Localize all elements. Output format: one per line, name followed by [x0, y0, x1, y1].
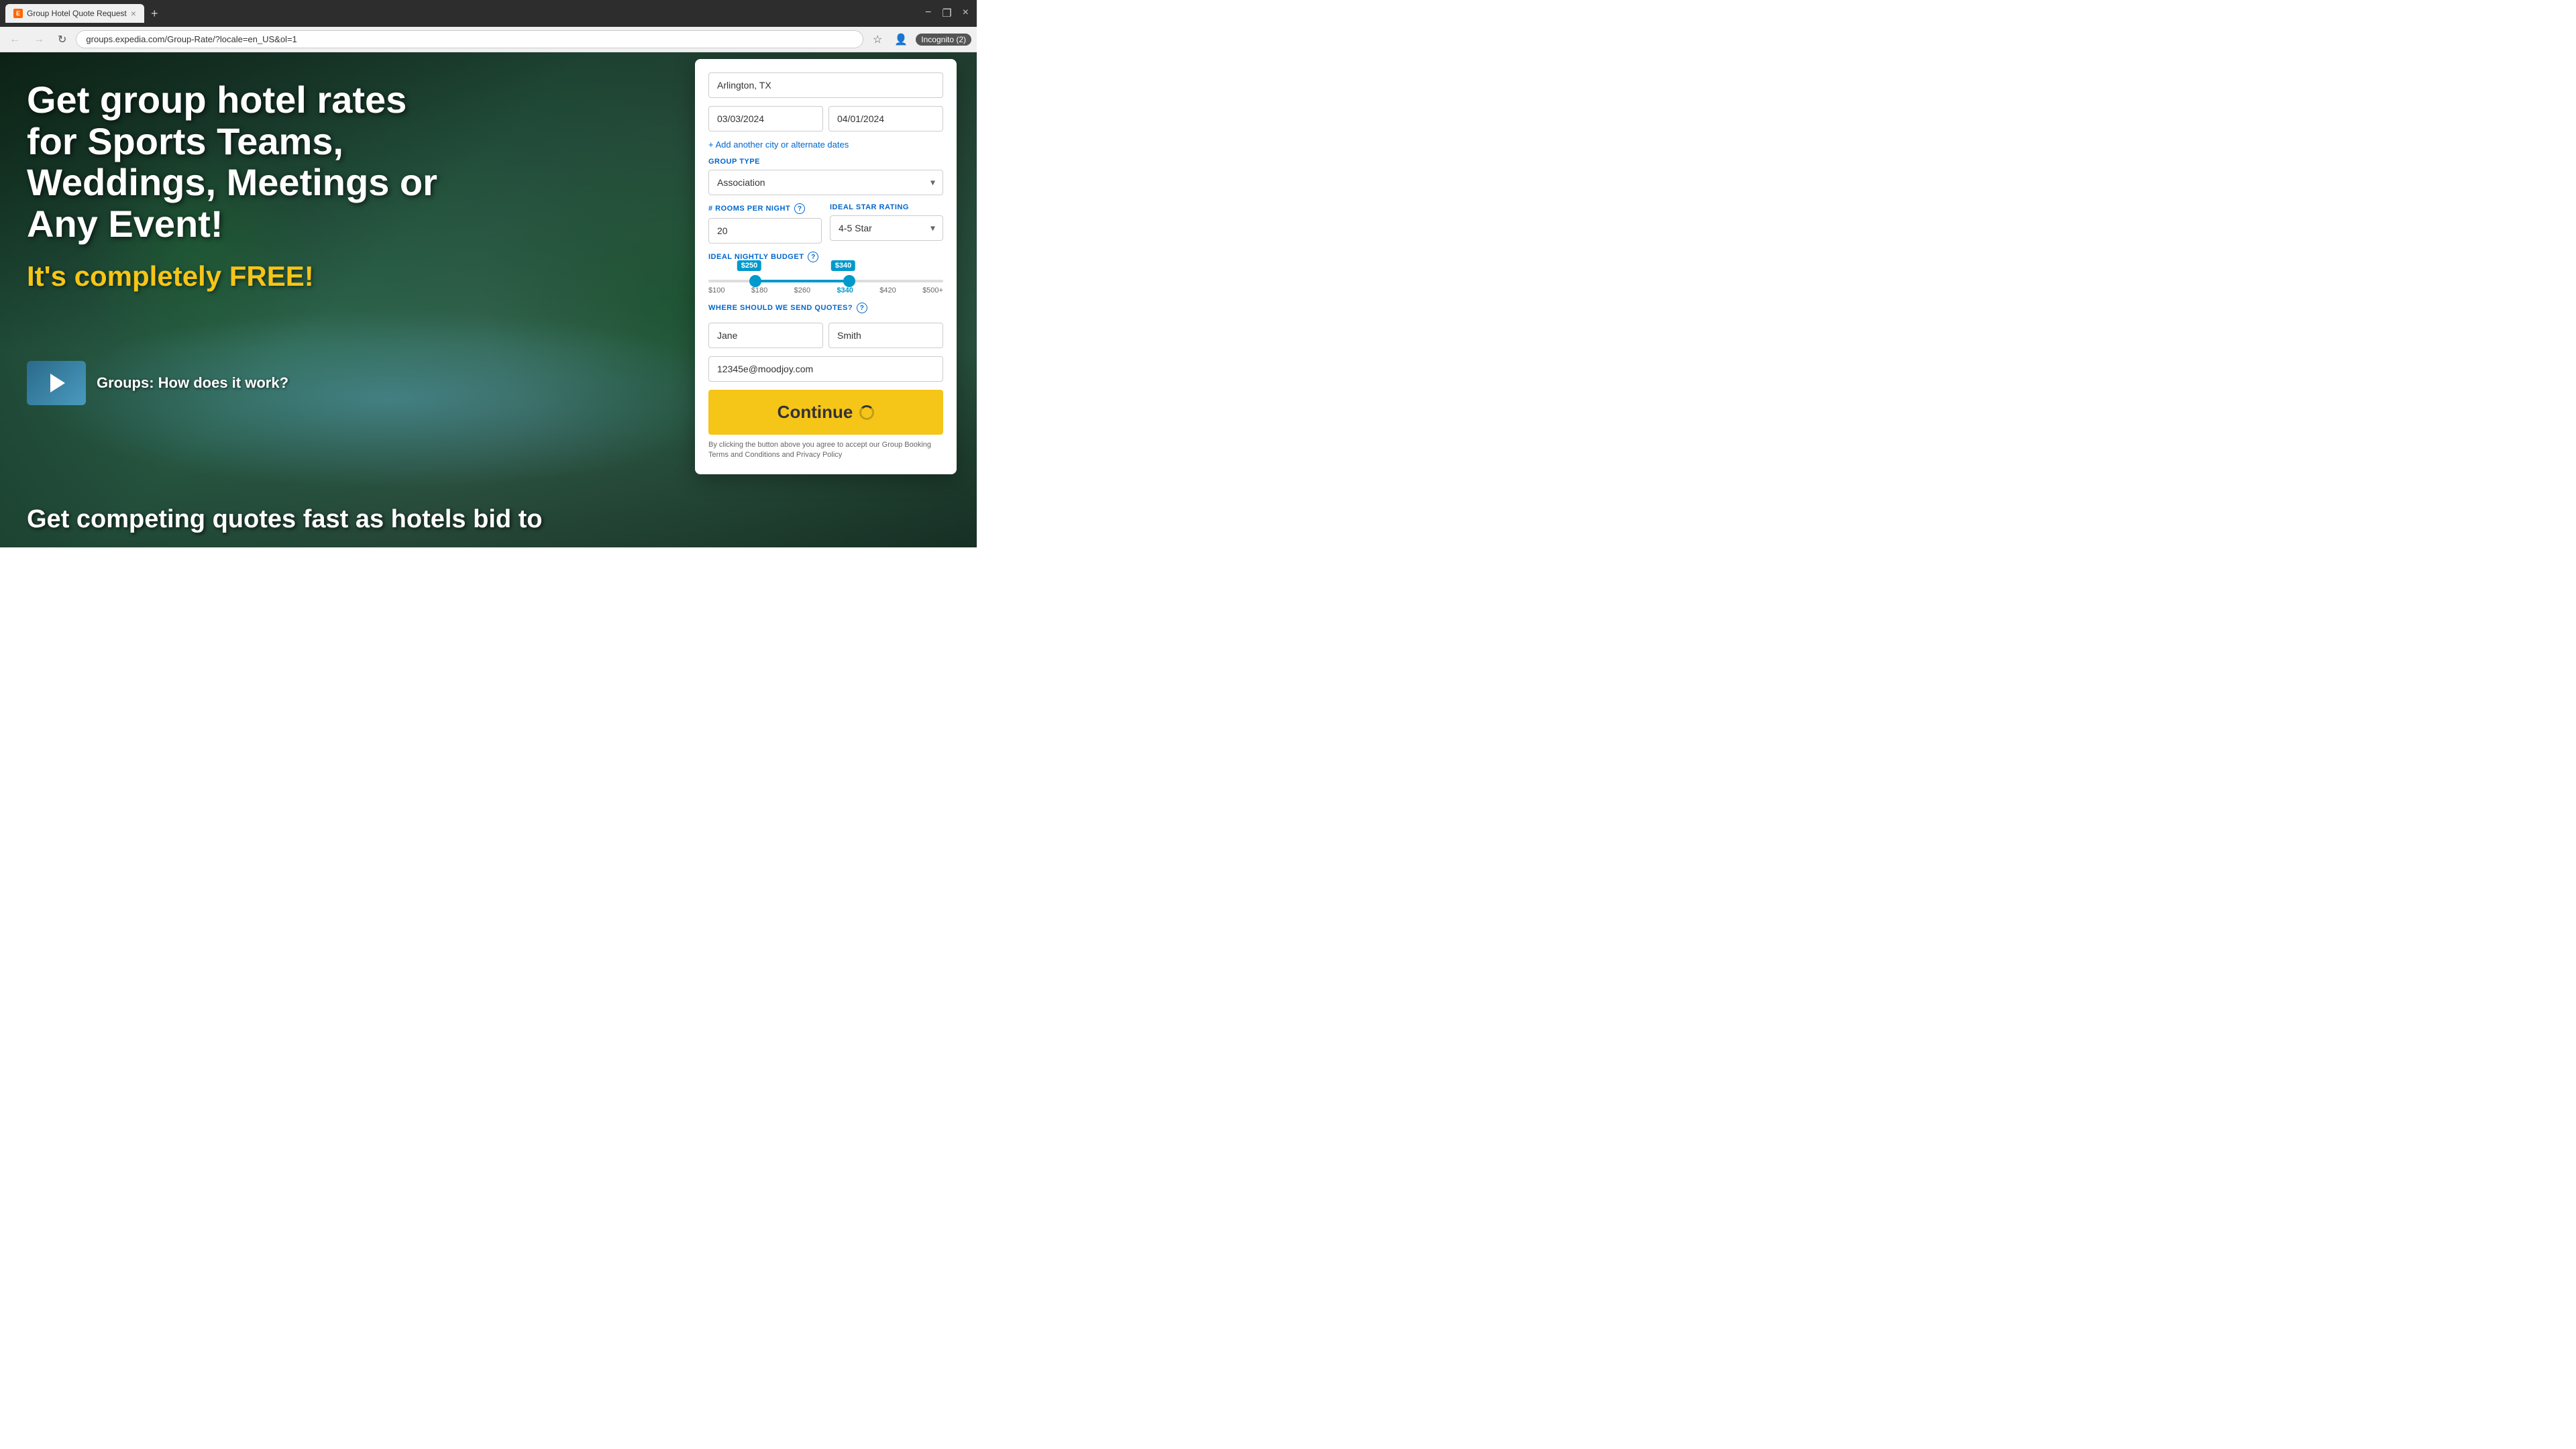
bottom-headline: Get competing quotes fast as hotels bid …: [27, 505, 641, 534]
slider-track: $250 $340: [708, 280, 943, 282]
date-row: [708, 106, 943, 131]
video-cta[interactable]: Groups: How does it work?: [27, 361, 288, 405]
tab-close-button[interactable]: ×: [131, 8, 136, 19]
minimize-button[interactable]: −: [922, 7, 934, 20]
window-controls: − ❐ ×: [922, 7, 971, 20]
continue-label: Continue: [777, 402, 853, 423]
group-type-select[interactable]: Sports Team Wedding Corporate Meeting As…: [708, 170, 943, 195]
group-type-label: GROUP TYPE: [708, 158, 943, 166]
email-input[interactable]: [708, 356, 943, 382]
rooms-col: # ROOMS PER NIGHT ?: [708, 203, 822, 244]
slider-scale: $100 $180 $260 $340 $420 $500+: [708, 286, 943, 294]
city-input[interactable]: [708, 72, 943, 98]
budget-label: IDEAL NIGHTLY BUDGET ?: [708, 252, 818, 262]
city-row: [708, 72, 943, 98]
nav-bar: ← → ↻ groups.expedia.com/Group-Rate/?loc…: [0, 27, 977, 52]
hero-free-text: It's completely FREE!: [27, 260, 443, 292]
check-out-input[interactable]: [828, 106, 943, 131]
hero-headline: Get group hotel rates for Sports Teams, …: [27, 79, 443, 244]
url-text: groups.expedia.com/Group-Rate/?locale=en…: [86, 34, 297, 44]
name-row: [708, 323, 943, 348]
new-tab-button[interactable]: +: [147, 7, 162, 21]
first-name-input[interactable]: [708, 323, 823, 348]
scale-500: $500+: [922, 286, 943, 294]
refresh-button[interactable]: ↻: [54, 30, 70, 49]
check-in-input[interactable]: [708, 106, 823, 131]
slider-fill: [755, 280, 849, 282]
incognito-badge: Incognito (2): [916, 34, 971, 46]
rooms-input[interactable]: [708, 218, 822, 244]
star-col: IDEAL STAR RATING Any 2 Star 3 Star 4-5 …: [830, 203, 943, 241]
group-type-row: GROUP TYPE Sports Team Wedding Corporate…: [708, 158, 943, 195]
slider-thumb-high[interactable]: $340: [843, 275, 855, 287]
address-bar[interactable]: groups.expedia.com/Group-Rate/?locale=en…: [76, 30, 863, 48]
rooms-info-icon[interactable]: ?: [794, 203, 805, 214]
group-type-wrapper: Sports Team Wedding Corporate Meeting As…: [708, 170, 943, 195]
slider-label-low: $250: [737, 260, 761, 271]
active-tab[interactable]: E Group Hotel Quote Request ×: [5, 4, 144, 23]
tab-title: Group Hotel Quote Request: [27, 9, 127, 18]
forward-button[interactable]: →: [30, 31, 48, 48]
video-thumbnail[interactable]: [27, 361, 86, 405]
scale-100: $100: [708, 286, 724, 294]
send-quotes-section: WHERE SHOULD WE SEND QUOTES? ?: [708, 303, 943, 382]
star-label: IDEAL STAR RATING: [830, 203, 943, 211]
main-content: Get group hotel rates for Sports Teams, …: [0, 52, 977, 547]
hero-text-block: Get group hotel rates for Sports Teams, …: [27, 79, 443, 292]
back-button[interactable]: ←: [5, 31, 24, 48]
send-quotes-info-icon[interactable]: ?: [857, 303, 867, 313]
star-select[interactable]: Any 2 Star 3 Star 4-5 Star: [830, 215, 943, 241]
send-quotes-label: WHERE SHOULD WE SEND QUOTES? ?: [708, 303, 867, 313]
budget-info-icon[interactable]: ?: [808, 252, 818, 262]
continue-button[interactable]: Continue: [708, 390, 943, 435]
budget-section: IDEAL NIGHTLY BUDGET ? $250 $340: [708, 252, 943, 294]
budget-slider[interactable]: $250 $340 $100 $180 $260 $340 $420 $500+: [708, 280, 943, 294]
video-label: Groups: How does it work?: [97, 374, 288, 392]
window-close-button[interactable]: ×: [960, 7, 971, 20]
slider-thumb-low[interactable]: $250: [749, 275, 761, 287]
scale-260: $260: [794, 286, 810, 294]
send-quotes-header: WHERE SHOULD WE SEND QUOTES? ?: [708, 303, 943, 317]
terms-text: By clicking the button above you agree t…: [708, 440, 943, 461]
scale-340: $340: [837, 286, 853, 294]
rooms-label: # ROOMS PER NIGHT ?: [708, 203, 822, 214]
tab-favicon: E: [13, 9, 23, 18]
play-icon: [50, 374, 65, 392]
add-city-link[interactable]: + Add another city or alternate dates: [708, 140, 943, 150]
bookmark-button[interactable]: ☆: [869, 30, 886, 49]
last-name-input[interactable]: [828, 323, 943, 348]
add-city-text: + Add another city or alternate dates: [708, 140, 849, 150]
loading-spinner: [859, 405, 874, 420]
browser-chrome: E Group Hotel Quote Request × + − ❐ ×: [0, 0, 977, 27]
rooms-star-row: # ROOMS PER NIGHT ? IDEAL STAR RATING An…: [708, 203, 943, 244]
profile-button[interactable]: 👤: [890, 30, 912, 49]
scale-420: $420: [879, 286, 896, 294]
slider-label-high: $340: [831, 260, 855, 271]
star-wrapper: Any 2 Star 3 Star 4-5 Star ▾: [830, 215, 943, 241]
form-panel: + Add another city or alternate dates GR…: [695, 59, 957, 474]
tab-bar: E Group Hotel Quote Request × +: [5, 4, 917, 23]
scale-180: $180: [751, 286, 767, 294]
nav-icons: ☆ 👤 Incognito (2): [869, 30, 971, 49]
maximize-button[interactable]: ❐: [939, 7, 954, 20]
